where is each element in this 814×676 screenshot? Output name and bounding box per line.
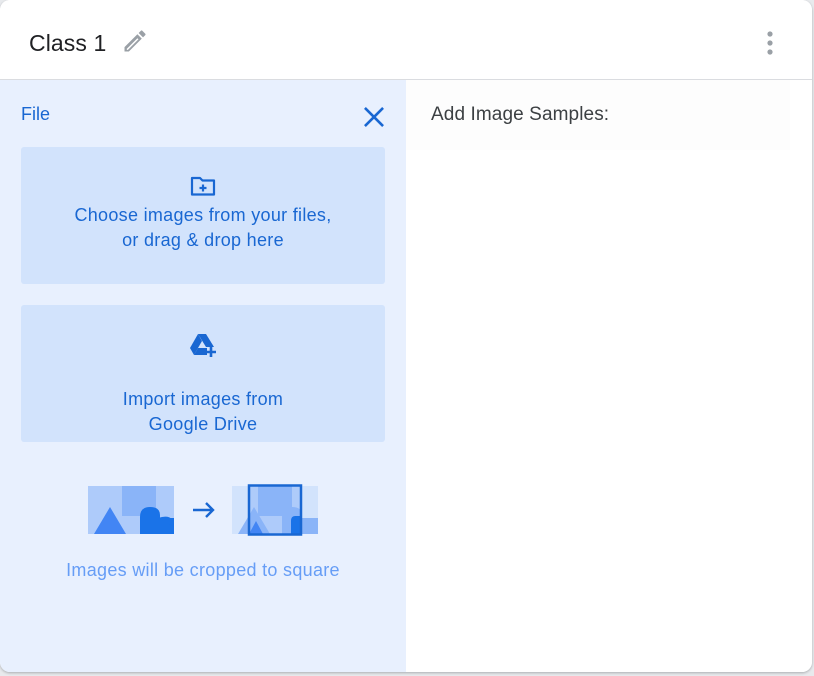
google-drive-add-icon xyxy=(190,334,217,358)
import-drive-button[interactable]: Import images from Google Drive xyxy=(21,305,385,442)
close-icon[interactable] xyxy=(360,103,388,131)
upload-panel-title: File xyxy=(21,104,51,124)
upload-panel: File Choose images from your files, or d… xyxy=(0,80,406,672)
choose-files-button[interactable]: Choose images from your files, or drag &… xyxy=(21,147,385,284)
more-vert-icon[interactable] xyxy=(758,29,782,57)
import-drive-label: Import images from Google Drive xyxy=(122,389,284,434)
crop-to-square-illustration xyxy=(88,484,318,536)
samples-label: Add Image Samples: xyxy=(431,104,610,125)
choose-files-label: Choose images from your files, or drag &… xyxy=(74,205,332,250)
samples-panel: Add Image Samples: xyxy=(406,80,812,672)
class-name[interactable]: Class 1 xyxy=(29,30,106,57)
class-header: Class 1 xyxy=(0,0,812,80)
crop-note: Images will be cropped to square xyxy=(66,560,340,580)
folder-add-icon xyxy=(190,176,216,196)
class-card: Class 1 File Choose images from your fil… xyxy=(0,0,812,672)
pencil-icon[interactable] xyxy=(121,27,149,55)
